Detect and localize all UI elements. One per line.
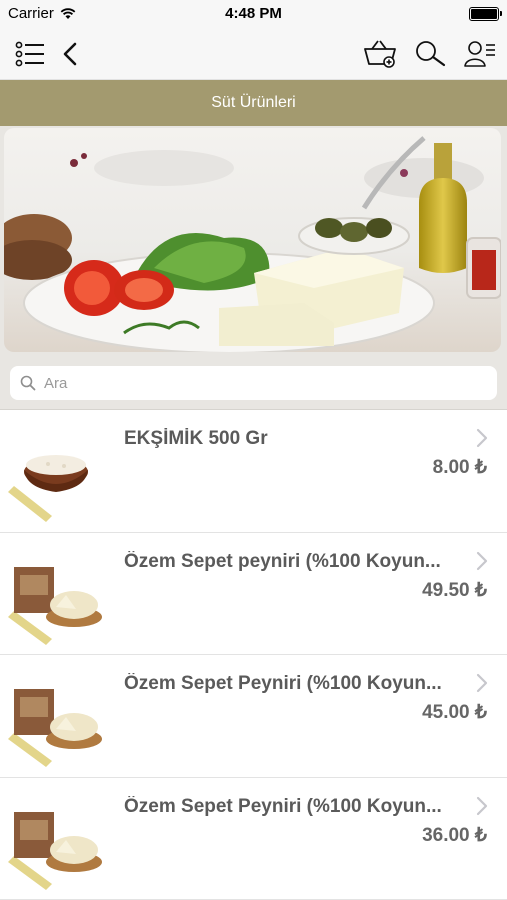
user-menu-icon [464, 41, 495, 67]
chevron-right-icon [476, 551, 488, 570]
search-button[interactable] [412, 36, 448, 72]
list-menu-icon [15, 41, 44, 67]
product-row[interactable]: Özem Sepet Peyniri (%100 Koyun... 36.00 … [0, 777, 507, 900]
search-field[interactable] [10, 366, 497, 400]
search-input[interactable] [44, 374, 464, 392]
product-price: 8.00 ₺ [432, 457, 487, 478]
product-image [6, 432, 106, 522]
product-list: EKŞİMİK 500 Gr 8.00 ₺ Özem Sepet peyniri… [0, 410, 507, 900]
chevron-right-icon [476, 428, 488, 448]
chevron-right-icon [476, 796, 488, 815]
product-image [6, 800, 106, 890]
product-name: EKŞİMİK 500 Gr [124, 428, 268, 449]
product-name: Özem Sepet Peyniri (%100 Koyun... [124, 673, 442, 694]
product-name: Özem Sepet peyniri (%100 Koyun... [124, 550, 441, 572]
product-price: 45.00 ₺ [422, 702, 487, 723]
product-row[interactable]: Özem Sepet Peyniri (%100 Koyun... 45.00 … [0, 655, 507, 778]
product-image [6, 555, 106, 645]
category-title-bar: Süt Ürünleri [0, 80, 507, 126]
status-time: 4:48 PM [225, 5, 282, 22]
search-bar-container [0, 358, 507, 410]
banner-section [0, 126, 507, 358]
category-title: Süt Ürünleri [211, 94, 296, 111]
product-price: 49.50 ₺ [422, 579, 487, 601]
status-bar: Carrier 4:48 PM [0, 0, 507, 28]
basket-button[interactable] [362, 36, 398, 72]
product-price: 36.00 ₺ [422, 824, 487, 846]
back-chevron-icon [63, 42, 77, 66]
navigation-bar [0, 28, 507, 80]
user-menu-button[interactable] [462, 36, 498, 72]
basket-icon [364, 40, 396, 68]
search-icon [416, 41, 446, 67]
menu-button[interactable] [12, 36, 48, 72]
back-button[interactable] [52, 36, 88, 72]
category-banner-image [4, 128, 501, 352]
search-field-icon [20, 375, 36, 391]
battery-icon [469, 7, 502, 21]
chevron-right-icon [476, 673, 488, 693]
product-image [6, 677, 106, 767]
product-name: Özem Sepet Peyniri (%100 Koyun... [124, 795, 442, 817]
product-row[interactable]: Özem Sepet peyniri (%100 Koyun... 49.50 … [0, 532, 507, 655]
product-row[interactable]: EKŞİMİK 500 Gr 8.00 ₺ [0, 410, 507, 533]
